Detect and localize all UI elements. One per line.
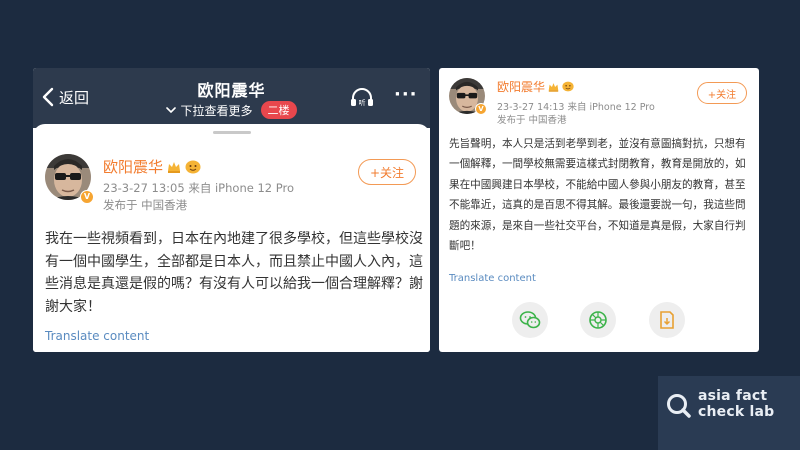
right-post-screenshot: V 欧阳震华 23-3-27 14:13 来自 iPhone 12 Pro 发布… (439, 68, 759, 352)
post-location: 发布于 中国香港 (103, 198, 188, 212)
username[interactable]: 欧阳震华 (497, 78, 574, 95)
smiley-emoji-icon (185, 160, 201, 173)
post-time-device: 23-3-27 14:13 来自 iPhone 12 Pro (497, 102, 655, 113)
crown-icon (548, 82, 559, 92)
listen-icon[interactable]: 听 (349, 88, 375, 108)
watermark-line-1: asia fact (698, 388, 768, 404)
wechat-icon (519, 311, 541, 329)
drag-handle[interactable] (213, 131, 251, 134)
username-text: 欧阳震华 (497, 80, 546, 94)
top-nav-bar: 返回 欧阳震华 下拉查看更多 二楼 听 ··· (33, 68, 430, 128)
post-body: 先旨聲明，本人只是活到老學到老，並沒有意圖搞對抗，只想有一個解釋，一間學校無需要… (449, 138, 746, 253)
post-time-device: 23-3-27 13:05 来自 iPhone 12 Pro (103, 181, 294, 195)
watermark-line-2: check lab (698, 404, 775, 420)
svg-text:听: 听 (359, 98, 366, 107)
follow-button[interactable]: +关注 (358, 159, 416, 185)
follow-button[interactable]: +关注 (697, 82, 747, 104)
smiley-emoji-icon (562, 81, 574, 92)
pull-down-label: 下拉查看更多 (180, 103, 253, 118)
more-icon[interactable]: ··· (394, 84, 418, 105)
translate-link[interactable]: Translate content (449, 273, 536, 284)
save-icon (660, 311, 674, 329)
username[interactable]: 欧阳震华 (103, 156, 201, 177)
post-body: 我在一些視頻看到，日本在內地建了很多學校，但這些學校沒有一個中國學生，全部都是日… (45, 231, 423, 315)
floor-badge: 二楼 (260, 101, 297, 119)
save-image-button[interactable] (649, 302, 685, 338)
magnifier-logo-icon (667, 394, 691, 418)
left-post-screenshot: 返回 欧阳震华 下拉查看更多 二楼 听 ··· V 欧阳震华 23-3-27 1… (33, 68, 430, 352)
verified-badge-icon: V (80, 190, 94, 204)
asia-fact-check-lab-watermark: asia fact check lab (658, 376, 800, 450)
share-wechat-button[interactable] (512, 302, 548, 338)
translate-link[interactable]: Translate content (45, 329, 149, 343)
share-moments-button[interactable] (580, 302, 616, 338)
crown-icon (168, 161, 181, 173)
moments-icon (589, 311, 607, 329)
post-location: 发布于 中国香港 (497, 115, 567, 126)
username-text: 欧阳震华 (103, 158, 164, 176)
post-card: V 欧阳震华 23-3-27 13:05 来自 iPhone 12 Pro 发布… (33, 124, 430, 352)
chevron-down-icon (166, 107, 177, 114)
verified-badge-icon: V (475, 103, 487, 115)
